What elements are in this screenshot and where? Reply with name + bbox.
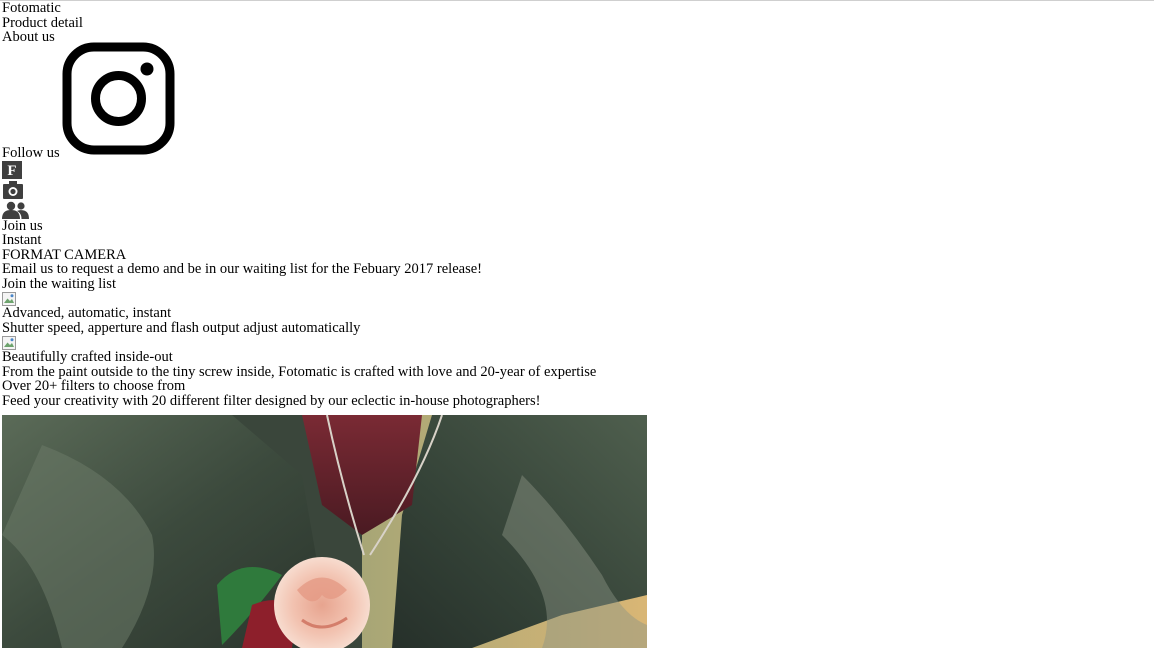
group-icon[interactable] xyxy=(2,201,29,219)
feature-title-advanced: Advanced, automatic, instant xyxy=(2,305,172,321)
hero-photo xyxy=(2,415,647,648)
feature-text-crafted: From the paint outside to the tiny screw… xyxy=(2,363,597,380)
broken-image-icon xyxy=(2,336,16,350)
broken-image-icon xyxy=(2,292,16,306)
join-us-link[interactable]: Join us xyxy=(2,218,1152,234)
page: Fotomatic Product detail About us Follow… xyxy=(2,1,1152,408)
join-waiting-list-button[interactable]: Join the waiting list xyxy=(2,276,1152,292)
hero-title-format-camera: FORMAT CAMERA xyxy=(2,246,127,263)
feature-text-filters: Feed your creativity with 20 different f… xyxy=(2,392,541,409)
hero-title-instant: Instant xyxy=(2,232,42,248)
instagram-icon[interactable] xyxy=(61,41,176,156)
feature-text-advanced: Shutter speed, apperture and flash outpu… xyxy=(2,319,361,336)
follow-us-row: Follow us xyxy=(2,42,1152,161)
hero-description: Email us to request a demo and be in our… xyxy=(2,261,482,277)
feature-title-crafted: Beautifully crafted inside-out xyxy=(2,349,173,365)
brand-logo-text[interactable]: Fotomatic xyxy=(2,1,1152,16)
svg-text:F: F xyxy=(7,163,16,179)
facebook-icon[interactable]: F xyxy=(2,160,22,179)
nav-product-detail[interactable]: Product detail xyxy=(2,15,1152,31)
camera-icon[interactable] xyxy=(2,180,24,200)
feature-title-filters: Over 20+ filters to choose from xyxy=(2,378,186,394)
follow-us-label: Follow us xyxy=(2,145,60,161)
